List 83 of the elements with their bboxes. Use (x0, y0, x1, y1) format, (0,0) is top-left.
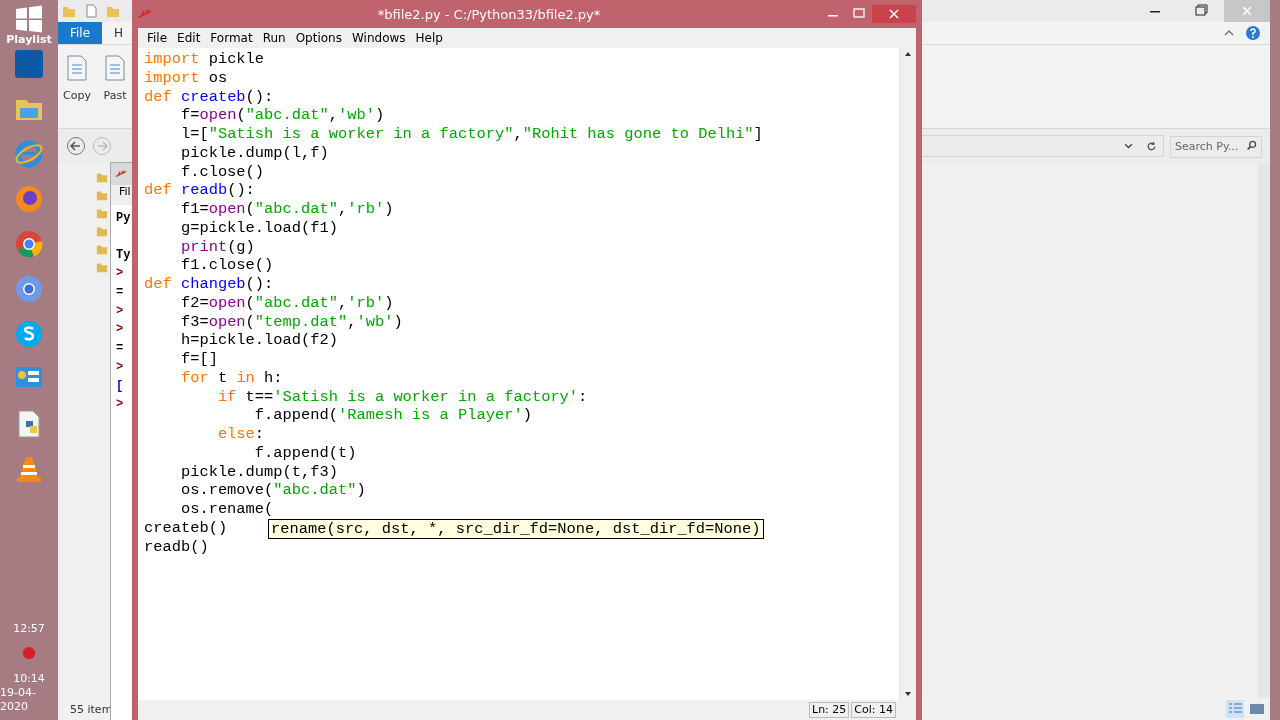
code-line: f.append('Ramesh is a Player') (253, 406, 532, 425)
code-line: f=open("abc.dat",'wb') (179, 106, 385, 125)
scrollbar[interactable] (1258, 163, 1270, 698)
code-line: pickle.dump(t,f3) (179, 462, 338, 481)
refresh-icon[interactable] (1146, 140, 1157, 152)
code-line: def readb(): (144, 181, 255, 200)
close-icon[interactable] (872, 5, 916, 23)
shell-line: > (116, 397, 124, 412)
shell-line: = (116, 341, 124, 356)
menu-item[interactable]: Fil (119, 185, 131, 198)
menu-item[interactable]: Help (410, 31, 448, 45)
code-line: for t in h: (179, 368, 283, 387)
feather-icon (115, 169, 127, 179)
code-line: pickle.dump(l,f) (179, 143, 329, 162)
folder-icon[interactable] (62, 4, 76, 18)
shell-line: > (116, 266, 124, 281)
code-line: import os (144, 68, 228, 87)
code-line: createb() (144, 518, 228, 537)
code-line: g=pickle.load(f1) (179, 218, 338, 237)
shell-line: > (116, 359, 124, 374)
windows-logo-icon[interactable] (14, 4, 44, 34)
calltip: rename(src, dst, *, src_dir_fd=None, dst_dir_fd=None) (268, 519, 764, 539)
skype-icon[interactable] (14, 319, 44, 349)
ribbon-button[interactable]: Past (98, 51, 132, 104)
folder-icon[interactable] (96, 207, 108, 219)
window-title: *bfile2.py - C:/Python33/bfile2.py* (376, 6, 602, 22)
shell-line: > (116, 303, 124, 318)
shell-line: = (116, 285, 124, 300)
menu-item[interactable]: Windows (346, 31, 411, 45)
code-line: f2=open("abc.dat",'rb') (179, 293, 394, 312)
code-line: h=pickle.load(f2) (179, 331, 338, 350)
search-field[interactable]: Search Py... (1170, 135, 1262, 158)
browser-e-icon[interactable] (14, 139, 44, 169)
ribbon-tab[interactable]: H (102, 22, 136, 44)
code-line: if t=='Satish is a worker in a factory': (216, 387, 588, 406)
code-line: f.close() (179, 162, 265, 181)
shell-line: [ (116, 378, 124, 393)
shell-line: > (116, 322, 124, 337)
menu-item[interactable]: Run (257, 31, 291, 45)
code-line: f=[] (179, 350, 218, 368)
search-icon[interactable] (1246, 140, 1257, 151)
menu-item[interactable]: Options (290, 31, 347, 45)
code-line: else: (216, 425, 265, 443)
document-icon[interactable] (84, 4, 98, 18)
folder-icon[interactable] (96, 225, 108, 237)
folder-icon[interactable] (106, 4, 120, 18)
menu-item[interactable]: Edit (172, 31, 206, 45)
code-line: def createb(): (144, 87, 274, 106)
record-icon[interactable] (22, 646, 36, 660)
forward-icon[interactable] (92, 136, 112, 156)
status-text: Col: 14 (851, 702, 896, 718)
menu-item[interactable]: File (142, 31, 173, 45)
code-line: f1.close() (179, 256, 274, 275)
code-line: l=["Satish is a worker in a factory","Rohit has gone to Delhi"] (179, 125, 763, 143)
clock-date: 19-04-2020 (0, 686, 37, 714)
chrome-icon[interactable] (14, 229, 44, 259)
shell-line: Ty (116, 247, 131, 262)
shell-line: Py (116, 211, 131, 225)
code-line: os.rename( (179, 500, 274, 518)
clock-time: 10:14 (13, 672, 45, 686)
code-line: f1=open("abc.dat",'rb') (179, 200, 394, 218)
folder-icon[interactable] (96, 243, 108, 255)
details-view-icon[interactable] (1226, 700, 1244, 718)
back-icon[interactable] (66, 136, 86, 156)
code-line: f.append(t) (253, 443, 357, 462)
code-line: readb() (144, 537, 209, 556)
code-line: def changeb(): (144, 275, 274, 293)
feather-icon (138, 9, 152, 19)
code-line: print(g) (179, 237, 255, 256)
traffic-cone-icon[interactable] (14, 454, 44, 484)
taskbar-label: Playlist (6, 34, 52, 46)
code-line: os.remove("abc.dat") (179, 481, 366, 500)
folder-icon[interactable] (96, 171, 108, 183)
ribbon-tab[interactable]: File (58, 22, 103, 44)
elapsed-time: 12:57 (13, 622, 45, 636)
folder-icon[interactable] (96, 261, 108, 273)
code-line: import pickle (144, 50, 265, 68)
ribbon-button[interactable]: Copy (60, 51, 94, 104)
folder-icon[interactable] (96, 189, 108, 201)
menu-item[interactable]: Format (205, 31, 258, 45)
help-icon[interactable] (1246, 26, 1260, 40)
code-line: f3=open("temp.dat",'wb') (179, 312, 403, 331)
status-text: Ln: 25 (809, 702, 850, 718)
